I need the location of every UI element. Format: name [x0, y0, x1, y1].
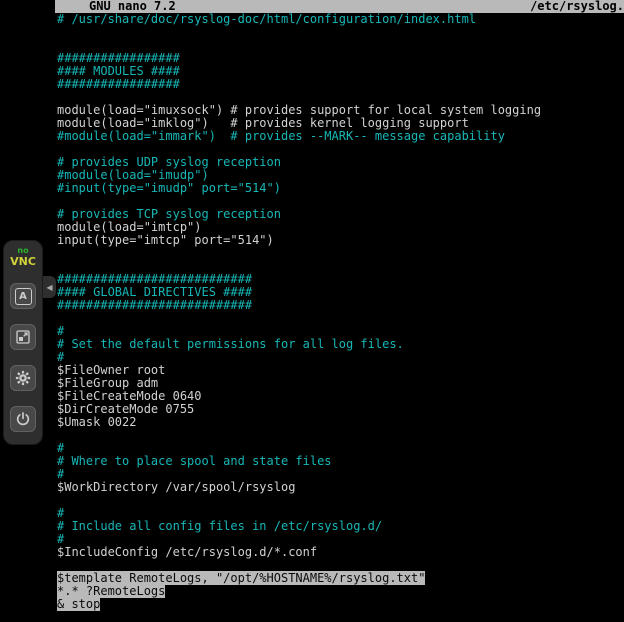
- editor-line-text: # provides TCP syslog reception: [57, 207, 281, 221]
- nano-filename: /etc/rsyslog.: [530, 0, 624, 13]
- editor-line-text: $FileCreateMode 0640: [57, 389, 202, 403]
- editor-line[interactable]: [57, 312, 624, 325]
- editor-line-text: module(load="imuxsock") # provides suppo…: [57, 103, 541, 117]
- editor-line[interactable]: #module(load="immark") # provides --MARK…: [57, 130, 624, 143]
- novnc-control-bar: no VNC A: [3, 240, 43, 445]
- editor-line-text: # Set the default permissions for all lo…: [57, 337, 404, 351]
- editor-line-text: #: [57, 532, 64, 546]
- editor-line-text: $FileGroup adm: [57, 376, 158, 390]
- editor-line[interactable]: #################: [57, 78, 624, 91]
- editor-line-text: $IncludeConfig /etc/rsyslog.d/*.conf: [57, 545, 317, 559]
- settings-button[interactable]: [10, 365, 36, 391]
- editor-line[interactable]: # Where to place spool and state files: [57, 455, 624, 468]
- editor-line-text: #input(type="imudp" port="514"): [57, 181, 281, 195]
- editor-line[interactable]: $WorkDirectory /var/spool/rsyslog: [57, 481, 624, 494]
- editor-line-text: input(type="imtcp" port="514"): [57, 233, 274, 247]
- editor-line[interactable]: $DirCreateMode 0755: [57, 403, 624, 416]
- extra-keys-button[interactable]: A: [10, 283, 36, 309]
- terminal-window[interactable]: GNU nano 7.2 /etc/rsyslog. # /usr/share/…: [55, 0, 624, 622]
- editor-line-text: # /usr/share/doc/rsyslog-doc/html/config…: [57, 12, 476, 26]
- editor-line-text: ###########################: [57, 298, 252, 312]
- editor-line[interactable]: [57, 26, 624, 39]
- editor-line[interactable]: [57, 429, 624, 442]
- editor-line-text: ###########################: [57, 272, 252, 286]
- power-button[interactable]: [10, 406, 36, 432]
- editor-line[interactable]: ###########################: [57, 299, 624, 312]
- editor-line[interactable]: *.* ?RemoteLogs: [57, 585, 624, 598]
- editor-line[interactable]: & stop: [57, 598, 624, 611]
- editor-line-text: #################: [57, 51, 180, 65]
- editor-line[interactable]: # Set the default permissions for all lo…: [57, 338, 624, 351]
- editor-line-text: & stop: [57, 597, 100, 611]
- editor-line-text: #: [57, 324, 64, 338]
- novnc-logo-vnc: VNC: [10, 255, 36, 268]
- editor-line-text: #: [57, 506, 64, 520]
- editor-line-text: #### GLOBAL DIRECTIVES ####: [57, 285, 252, 299]
- editor-line-text: # Where to place spool and state files: [57, 454, 332, 468]
- editor-line-text: $Umask 0022: [57, 415, 136, 429]
- editor-line-text: # Include all config files in /etc/rsysl…: [57, 519, 382, 533]
- editor-line[interactable]: # Include all config files in /etc/rsysl…: [57, 520, 624, 533]
- editor-line-text: #module(load="immark") # provides --MARK…: [57, 129, 505, 143]
- gear-icon: [14, 369, 32, 387]
- editor-line[interactable]: input(type="imtcp" port="514"): [57, 234, 624, 247]
- editor-line-text: #module(load="imudp"): [57, 168, 209, 182]
- novnc-logo: no VNC: [10, 246, 36, 268]
- editor-line[interactable]: # /usr/share/doc/rsyslog-doc/html/config…: [57, 13, 624, 26]
- editor-line-text: *.* ?RemoteLogs: [57, 584, 165, 598]
- editor-line-text: #: [57, 467, 64, 481]
- editor-line-text: module(load="imtcp"): [57, 220, 202, 234]
- editor-line[interactable]: $Umask 0022: [57, 416, 624, 429]
- power-icon: [15, 411, 31, 427]
- fullscreen-icon: [15, 329, 31, 345]
- editor-line-text: #### MODULES ####: [57, 64, 180, 78]
- editor-line-text: $template RemoteLogs, "/opt/%HOSTNAME%/r…: [57, 571, 425, 585]
- editor-line[interactable]: #input(type="imudp" port="514"): [57, 182, 624, 195]
- editor-line-text: $DirCreateMode 0755: [57, 402, 194, 416]
- editor-line[interactable]: $IncludeConfig /etc/rsyslog.d/*.conf: [57, 546, 624, 559]
- editor-line[interactable]: [57, 247, 624, 260]
- editor-line-text: #: [57, 350, 64, 364]
- keyboard-key-a-icon: A: [15, 288, 32, 305]
- editor-line-text: module(load="imklog") # provides kernel …: [57, 116, 469, 130]
- editor-lines[interactable]: # /usr/share/doc/rsyslog-doc/html/config…: [55, 13, 624, 611]
- collapse-arrow-icon: ◀: [46, 283, 52, 292]
- editor-line-text: #################: [57, 77, 180, 91]
- novnc-logo-no: no: [17, 246, 28, 255]
- editor-line-text: $FileOwner root: [57, 363, 165, 377]
- editor-line-text: # provides UDP syslog reception: [57, 155, 281, 169]
- control-bar-handle[interactable]: ◀: [43, 276, 56, 298]
- editor-line-text: #: [57, 441, 64, 455]
- fullscreen-button[interactable]: [10, 324, 36, 350]
- editor-line[interactable]: [57, 494, 624, 507]
- editor-line-text: $WorkDirectory /var/spool/rsyslog: [57, 480, 295, 494]
